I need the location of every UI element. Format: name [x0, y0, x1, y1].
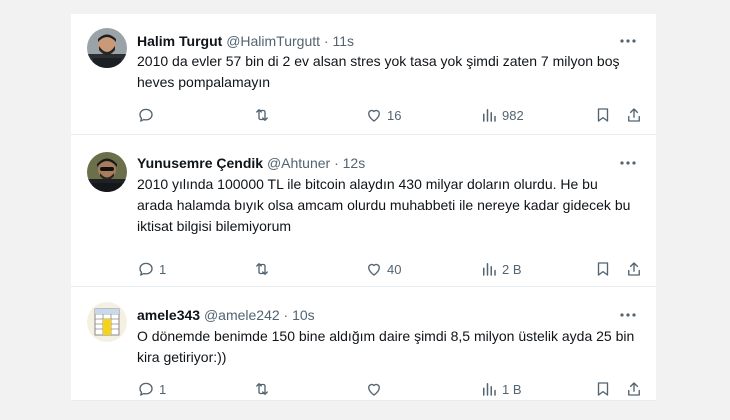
avatar[interactable] [87, 152, 127, 192]
reply-icon [139, 382, 153, 396]
user-handle[interactable]: @Ahtuner [267, 155, 330, 171]
retweet-icon [256, 263, 268, 275]
bookmark-icon [597, 382, 609, 396]
display-name[interactable]: Yunusemre Çendik [137, 155, 263, 171]
avatar[interactable] [87, 28, 127, 68]
like-button[interactable] [365, 379, 387, 399]
share-icon [628, 108, 640, 122]
share-icon [628, 262, 640, 276]
reply-icon [139, 262, 153, 276]
reply-count: 1 [159, 261, 167, 277]
heart-icon [368, 263, 380, 276]
separator-dot: · [334, 155, 339, 171]
bookmark-button[interactable] [594, 105, 612, 125]
separator-dot: · [323, 33, 329, 49]
more-icon[interactable] [618, 31, 638, 51]
heart-icon [368, 383, 380, 396]
retweet-button[interactable] [252, 379, 276, 399]
retweet-button[interactable] [252, 105, 276, 125]
reply-button[interactable]: 1 [137, 379, 166, 399]
tweet-header: amele343 @amele242 · 10s [137, 305, 616, 325]
bookmark-button[interactable] [594, 259, 612, 279]
timestamp[interactable]: 10s [292, 307, 315, 323]
tweet-text: 2010 yılında 100000 TL ile bitcoin alayd… [137, 176, 631, 234]
bookmark-icon [597, 108, 609, 122]
tweet[interactable]: Yunusemre Çendik @Ahtuner · 12s 2010 yıl… [71, 135, 656, 287]
user-handle[interactable]: @HalimTurgutt [226, 33, 320, 49]
timestamp[interactable]: 12s [343, 155, 366, 171]
share-button[interactable] [625, 259, 643, 279]
retweet-icon [256, 383, 268, 395]
views-icon [483, 109, 496, 122]
reply-button[interactable]: 1 [137, 259, 166, 279]
bookmark-button[interactable] [594, 379, 612, 399]
view-count: 2 B [502, 261, 522, 277]
reply-button[interactable] [137, 105, 159, 125]
share-button[interactable] [625, 105, 643, 125]
tweet-text: 2010 da evler 57 bin di 2 ev alsan stres… [137, 53, 620, 90]
views-icon [483, 263, 496, 276]
retweet-icon [256, 109, 268, 121]
like-button[interactable]: 40 [365, 259, 401, 279]
like-count: 40 [387, 261, 402, 277]
tweet[interactable]: amele343 @amele242 · 10s O dönemde benim… [71, 287, 656, 401]
more-icon[interactable] [618, 305, 638, 325]
timestamp[interactable]: 11s [332, 33, 354, 49]
view-count: 1 B [502, 381, 522, 397]
tweet-actions: 16 982 [137, 105, 640, 125]
tweet[interactable]: Halim Turgut @HalimTurgutt · 11s 2010 da… [71, 14, 656, 135]
display-name[interactable]: amele343 [137, 307, 200, 323]
like-count: 16 [387, 107, 402, 123]
tweet-header: Halim Turgut @HalimTurgutt · 11s [137, 31, 616, 51]
like-button[interactable]: 16 [365, 105, 401, 125]
more-icon[interactable] [618, 153, 638, 173]
share-icon [628, 382, 640, 396]
bookmark-icon [597, 262, 609, 276]
avatar[interactable] [87, 302, 127, 342]
views-button[interactable]: 2 B [480, 259, 522, 279]
reply-icon [139, 108, 153, 122]
views-icon [483, 383, 496, 396]
heart-icon [368, 109, 380, 122]
views-button[interactable]: 982 [480, 105, 524, 125]
share-button[interactable] [625, 379, 643, 399]
retweet-button[interactable] [252, 259, 276, 279]
user-handle[interactable]: @amele242 [204, 307, 280, 323]
view-count: 982 [502, 107, 524, 123]
tweet-text: O dönemde benimde 150 bine aldığım daire… [137, 328, 635, 365]
reply-count: 1 [159, 381, 167, 397]
views-button[interactable]: 1 B [480, 379, 522, 399]
tweet-actions: 1 40 2 B [137, 259, 640, 279]
tweet-feed: Halim Turgut @HalimTurgutt · 11s 2010 da… [70, 14, 657, 401]
separator-dot: · [283, 307, 289, 323]
tweet-actions: 1 1 B [137, 379, 640, 399]
tweet-header: Yunusemre Çendik @Ahtuner · 12s [137, 153, 616, 173]
display-name[interactable]: Halim Turgut [137, 33, 222, 49]
